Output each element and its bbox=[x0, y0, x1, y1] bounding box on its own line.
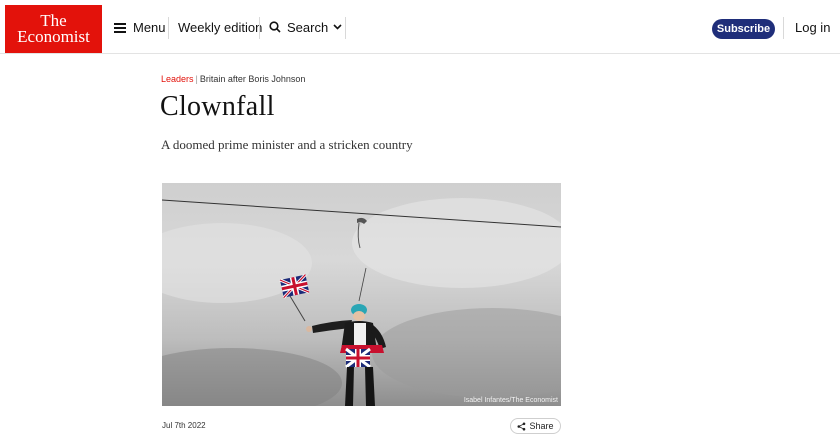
article-rubric: Leaders | Britain after Boris Johnson bbox=[161, 74, 305, 84]
logo-line-2: Economist bbox=[17, 27, 90, 46]
site-header: The Economist Menu Weekly edition Search… bbox=[0, 0, 840, 54]
hero-image: Isabel Infantes/The Economist bbox=[162, 183, 561, 406]
economist-logo[interactable]: The Economist bbox=[5, 5, 102, 53]
nav-divider bbox=[783, 17, 784, 39]
menu-label: Menu bbox=[133, 19, 166, 35]
login-link[interactable]: Log in bbox=[795, 0, 830, 54]
menu-button[interactable]: Menu bbox=[114, 0, 166, 54]
image-credit: Isabel Infantes/The Economist bbox=[463, 397, 558, 404]
topic-label: Britain after Boris Johnson bbox=[199, 74, 306, 84]
share-icon bbox=[517, 422, 526, 430]
nav-divider bbox=[345, 17, 346, 39]
chevron-down-icon bbox=[333, 24, 342, 30]
nav-divider bbox=[168, 17, 169, 39]
subscribe-button[interactable]: Subscribe bbox=[712, 19, 775, 39]
nav-divider bbox=[259, 17, 260, 39]
weekly-edition-link[interactable]: Weekly edition bbox=[178, 0, 262, 54]
publish-date: Jul 7th 2022 bbox=[162, 421, 206, 430]
section-link[interactable]: Leaders bbox=[161, 74, 194, 84]
article-standfirst: A doomed prime minister and a stricken c… bbox=[161, 137, 413, 152]
search-button[interactable]: Search bbox=[269, 0, 348, 54]
rubric-separator: | bbox=[195, 74, 198, 84]
zipwire-photo bbox=[162, 198, 561, 406]
share-button[interactable]: Share bbox=[510, 418, 561, 434]
share-label: Share bbox=[529, 421, 554, 431]
search-icon bbox=[269, 21, 281, 33]
article-headline: Clownfall bbox=[160, 91, 275, 122]
hamburger-icon bbox=[114, 22, 126, 33]
search-label: Search bbox=[287, 19, 329, 35]
